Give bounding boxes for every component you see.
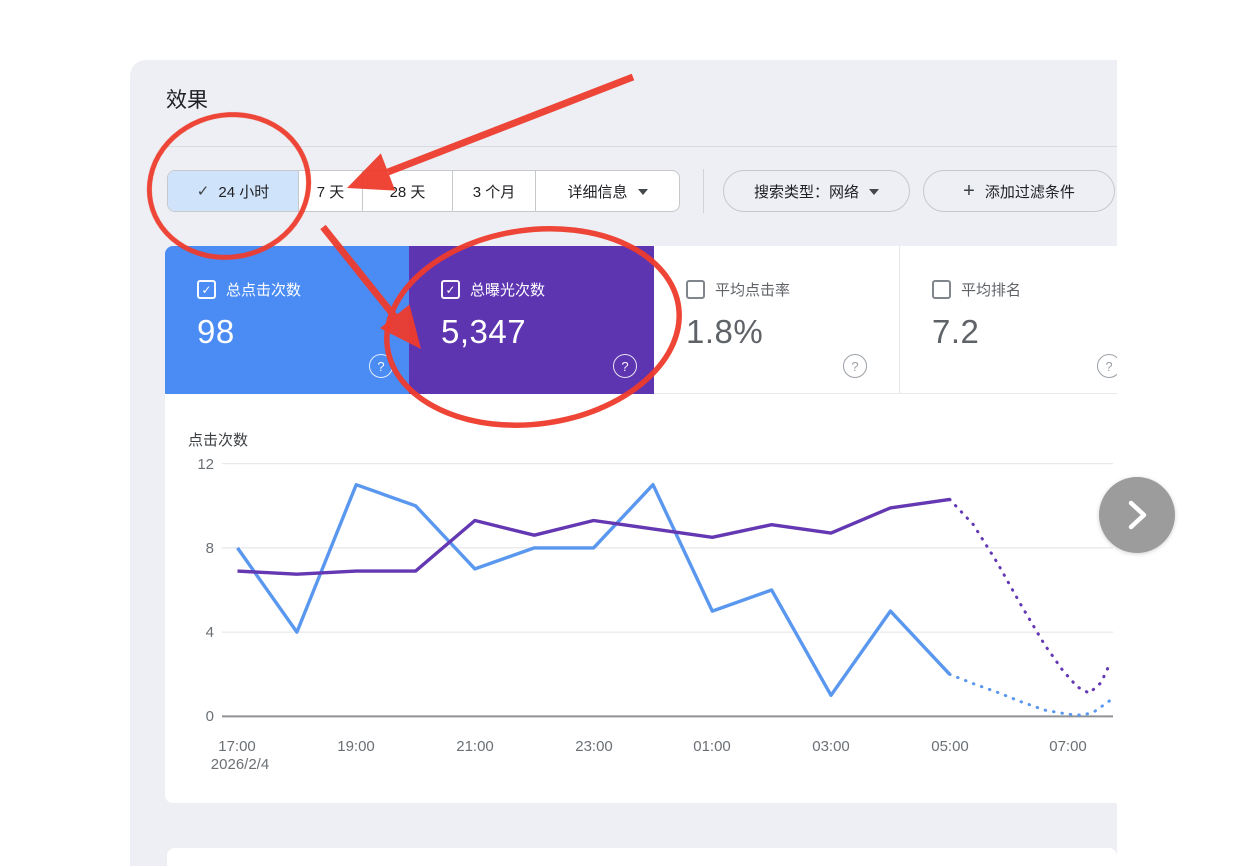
tab-label: 28 天 [390,181,426,202]
add-filter-button[interactable]: + 添加过滤条件 [923,170,1115,212]
metric-row-divider [654,393,1117,394]
chart-y-axis-title: 点击次数 [188,429,248,450]
metric-card-total-impressions[interactable]: ✓ 总曝光次数 5,347 ? [409,246,654,394]
metric-value: 7.2 [932,313,1117,351]
y-tick: 4 [170,624,214,641]
toolbar-divider [703,169,704,213]
x-tick: 23:00 [575,738,613,755]
next-section-panel [167,848,1117,866]
metric-label: 总点击次数 [226,279,301,300]
x-tick: 03:00 [812,738,850,755]
y-tick: 0 [170,708,214,725]
x-axis-date-label: 2026/2/4 [211,756,269,773]
metric-label: 平均点击率 [715,279,790,300]
tab-label: 24 小时 [218,181,269,202]
search-type-label: 搜索类型：网络 [754,181,859,202]
help-icon[interactable]: ? [613,354,637,378]
metric-label: 总曝光次数 [470,279,545,300]
x-tick: 05:00 [931,738,969,755]
performance-page: 效果 ✓ 24 小时 7 天 28 天 3 个月 详细信息 搜索类型：网络 + … [0,0,1246,866]
checkbox-checked-icon[interactable]: ✓ [197,280,216,299]
chevron-down-icon [869,189,879,200]
y-tick: 8 [170,540,214,557]
chevron-down-icon [638,189,648,200]
tab-details-dropdown[interactable]: 详细信息 [536,171,679,211]
checkbox-unchecked-icon[interactable] [932,280,951,299]
x-tick: 17:00 [218,738,256,755]
metric-label: 平均排名 [961,279,1021,300]
x-tick: 21:00 [456,738,494,755]
add-filter-label: 添加过滤条件 [985,181,1075,202]
help-icon[interactable]: ? [1097,354,1117,378]
tab-7-days[interactable]: 7 天 [299,171,363,211]
help-icon[interactable]: ? [843,354,867,378]
header-divider [163,146,1117,147]
y-tick: 12 [170,456,214,473]
checkbox-unchecked-icon[interactable] [686,280,705,299]
tab-label: 3 个月 [473,181,516,202]
check-icon: ✓ [197,182,210,200]
metric-card-average-position[interactable]: 平均排名 7.2 ? [899,246,1117,394]
chevron-right-icon [1122,498,1152,532]
search-type-dropdown[interactable]: 搜索类型：网络 [723,170,910,212]
tab-3-months[interactable]: 3 个月 [453,171,536,211]
next-chart-button[interactable] [1099,477,1175,553]
checkbox-checked-icon[interactable]: ✓ [441,280,460,299]
x-tick: 07:00 [1049,738,1087,755]
metric-value: 5,347 [441,313,654,351]
x-tick: 01:00 [693,738,731,755]
metric-value: 1.8% [686,313,899,351]
tab-28-days[interactable]: 28 天 [363,171,453,211]
tab-label: 详细信息 [567,181,627,202]
date-range-tab-group: ✓ 24 小时 7 天 28 天 3 个月 详细信息 [167,170,680,212]
tab-label: 7 天 [317,181,345,202]
tab-24-hours[interactable]: ✓ 24 小时 [168,171,299,211]
plus-icon: + [963,180,975,203]
metric-value: 98 [197,313,409,351]
metric-cards-row: ✓ 总点击次数 98 ? ✓ 总曝光次数 5,347 ? 平均点击率 1.8% … [165,246,1117,394]
help-icon[interactable]: ? [369,354,393,378]
metric-card-average-ctr[interactable]: 平均点击率 1.8% ? [654,246,899,394]
metric-card-total-clicks[interactable]: ✓ 总点击次数 98 ? [165,246,409,394]
page-title: 效果 [166,84,208,114]
x-tick: 19:00 [337,738,375,755]
